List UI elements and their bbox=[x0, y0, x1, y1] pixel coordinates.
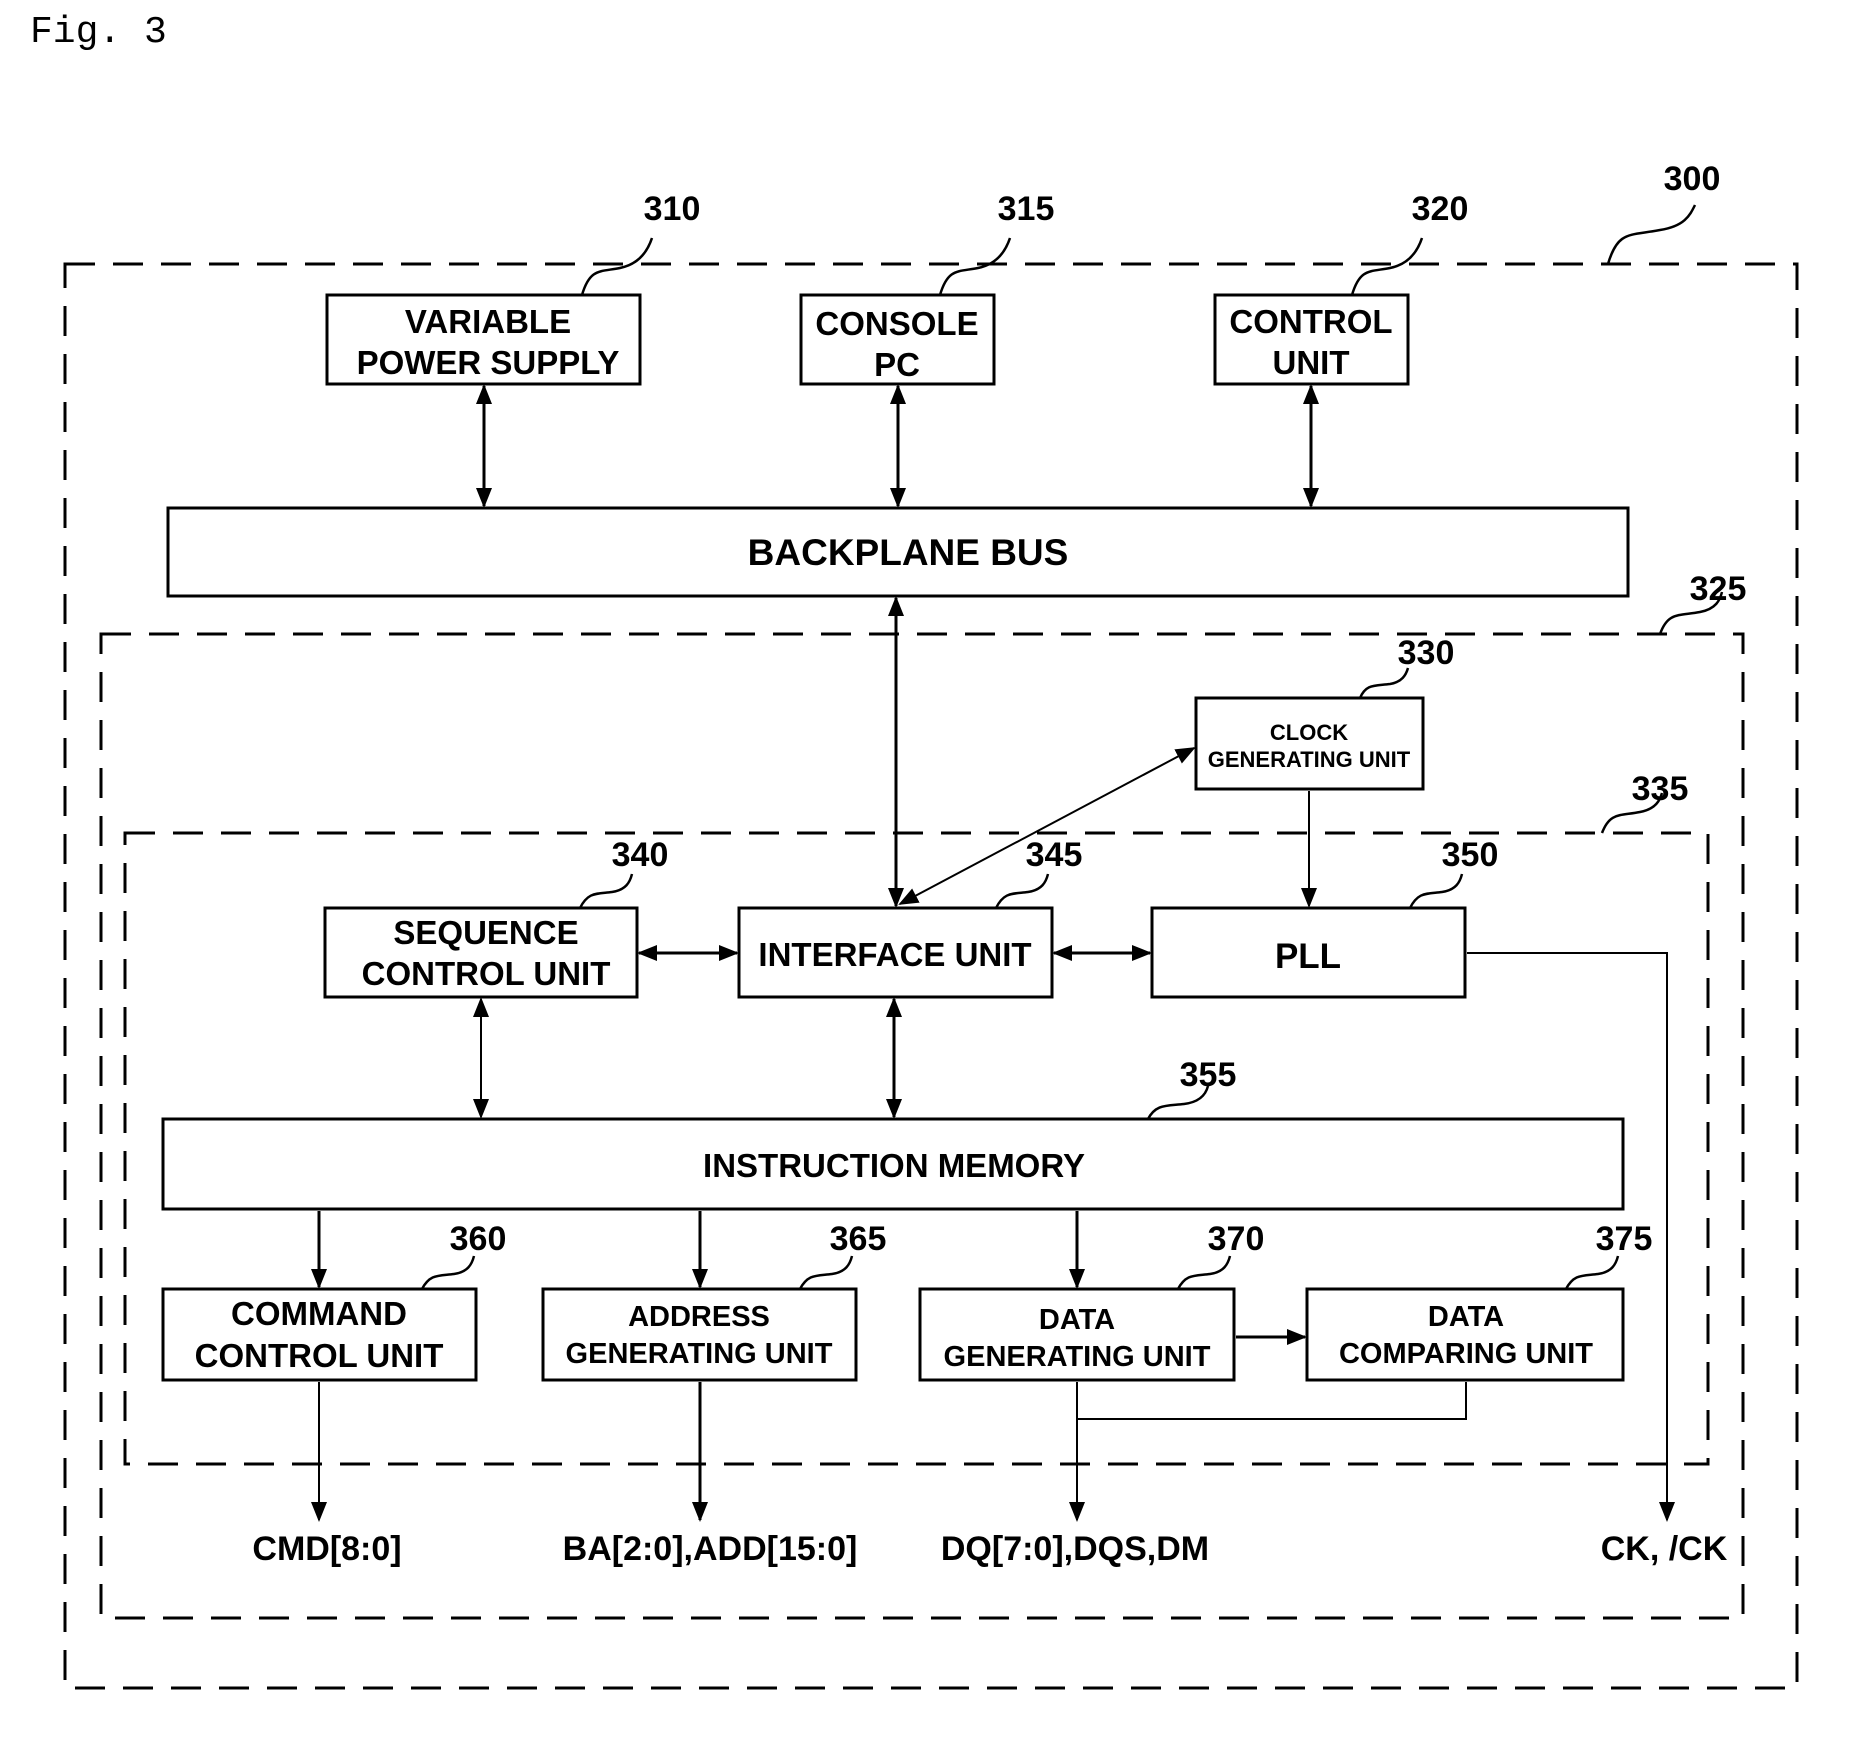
data-gen-line1: DATA bbox=[1039, 1304, 1115, 1336]
ref-300: 300 bbox=[1664, 160, 1721, 198]
data-comparing-unit-block: DATA COMPARING UNIT bbox=[1305, 1287, 1625, 1382]
ref-340: 340 bbox=[612, 836, 669, 874]
address-generating-unit-block: ADDRESS GENERATING UNIT bbox=[541, 1287, 858, 1382]
pll-block: PLL bbox=[1150, 906, 1467, 999]
output-clock: CK, /CK bbox=[1601, 1530, 1728, 1568]
ref-350: 350 bbox=[1442, 836, 1499, 874]
output-data: DQ[7:0],DQS,DM bbox=[941, 1530, 1209, 1568]
figure-title: Fig. 3 bbox=[30, 11, 167, 54]
command-line1: COMMAND bbox=[231, 1295, 407, 1332]
output-cmd: CMD[8:0] bbox=[252, 1530, 401, 1568]
leader-365 bbox=[798, 1255, 854, 1290]
ref-330: 330 bbox=[1398, 634, 1455, 672]
instruction-memory-block: INSTRUCTION MEMORY bbox=[161, 1117, 1625, 1211]
control-unit-line2: UNIT bbox=[1273, 344, 1350, 381]
ref-375: 375 bbox=[1596, 1220, 1653, 1258]
variable-power-supply-line1: VARIABLE bbox=[405, 303, 571, 340]
ref-335: 335 bbox=[1632, 770, 1689, 808]
pll-label: PLL bbox=[1275, 937, 1341, 976]
leader-315 bbox=[938, 237, 1012, 296]
backplane-bus-label: BACKPLANE BUS bbox=[748, 532, 1069, 573]
ref-355: 355 bbox=[1180, 1056, 1237, 1094]
sequence-line2: CONTROL UNIT bbox=[362, 955, 611, 992]
leader-345 bbox=[994, 873, 1050, 909]
ref-315: 315 bbox=[998, 190, 1055, 228]
command-line2: CONTROL UNIT bbox=[195, 1337, 444, 1374]
console-pc-block: CONSOLE PC bbox=[799, 293, 996, 386]
leader-350 bbox=[1408, 873, 1464, 909]
leader-310 bbox=[580, 237, 654, 296]
ref-320: 320 bbox=[1412, 190, 1469, 228]
variable-power-supply-line2: POWER SUPPLY bbox=[357, 344, 620, 381]
console-pc-line2: PC bbox=[874, 346, 920, 383]
variable-power-supply-block: VARIABLE POWER SUPPLY bbox=[325, 293, 642, 386]
leader-360 bbox=[420, 1255, 476, 1290]
sequence-line1: SEQUENCE bbox=[393, 914, 578, 951]
backplane-bus-block: BACKPLANE BUS bbox=[166, 506, 1630, 598]
control-unit-block: CONTROL UNIT bbox=[1213, 293, 1410, 386]
command-control-unit-block: COMMAND CONTROL UNIT bbox=[161, 1287, 478, 1382]
address-line1: ADDRESS bbox=[628, 1301, 770, 1333]
ref-310: 310 bbox=[644, 190, 701, 228]
ref-370: 370 bbox=[1208, 1220, 1265, 1258]
instruction-memory-label: INSTRUCTION MEMORY bbox=[703, 1147, 1085, 1184]
line-datacmp-data bbox=[1077, 1382, 1467, 1420]
block-diagram: Fig. 3 300 325 335 VARIABLE POWER SUPPLY… bbox=[30, 11, 1799, 1690]
clock-line1: CLOCK bbox=[1270, 720, 1348, 745]
leader-340 bbox=[578, 873, 634, 909]
leader-300 bbox=[1606, 204, 1697, 265]
data-gen-line2: GENERATING UNIT bbox=[944, 1341, 1211, 1373]
output-address: BA[2:0],ADD[15:0] bbox=[563, 1530, 858, 1568]
ref-360: 360 bbox=[450, 1220, 507, 1258]
ref-365: 365 bbox=[830, 1220, 887, 1258]
leader-320 bbox=[1350, 237, 1424, 296]
data-cmp-line2: COMPARING UNIT bbox=[1339, 1338, 1593, 1370]
sequence-control-unit-block: SEQUENCE CONTROL UNIT bbox=[323, 906, 639, 999]
leader-330 bbox=[1358, 667, 1410, 699]
interface-unit-label: INTERFACE UNIT bbox=[758, 936, 1031, 973]
address-line2: GENERATING UNIT bbox=[566, 1338, 833, 1370]
leader-375 bbox=[1564, 1255, 1620, 1290]
console-pc-line1: CONSOLE bbox=[815, 305, 978, 342]
data-cmp-line1: DATA bbox=[1428, 1301, 1504, 1333]
ref-345: 345 bbox=[1026, 836, 1083, 874]
interface-unit-block: INTERFACE UNIT bbox=[737, 906, 1054, 999]
control-unit-line1: CONTROL bbox=[1229, 303, 1392, 340]
clock-generating-unit-block: CLOCK GENERATING UNIT bbox=[1194, 696, 1425, 791]
ref-325: 325 bbox=[1690, 570, 1747, 608]
leader-370 bbox=[1176, 1255, 1232, 1290]
clock-line2: GENERATING UNIT bbox=[1208, 747, 1411, 772]
data-generating-unit-block: DATA GENERATING UNIT bbox=[918, 1287, 1236, 1382]
